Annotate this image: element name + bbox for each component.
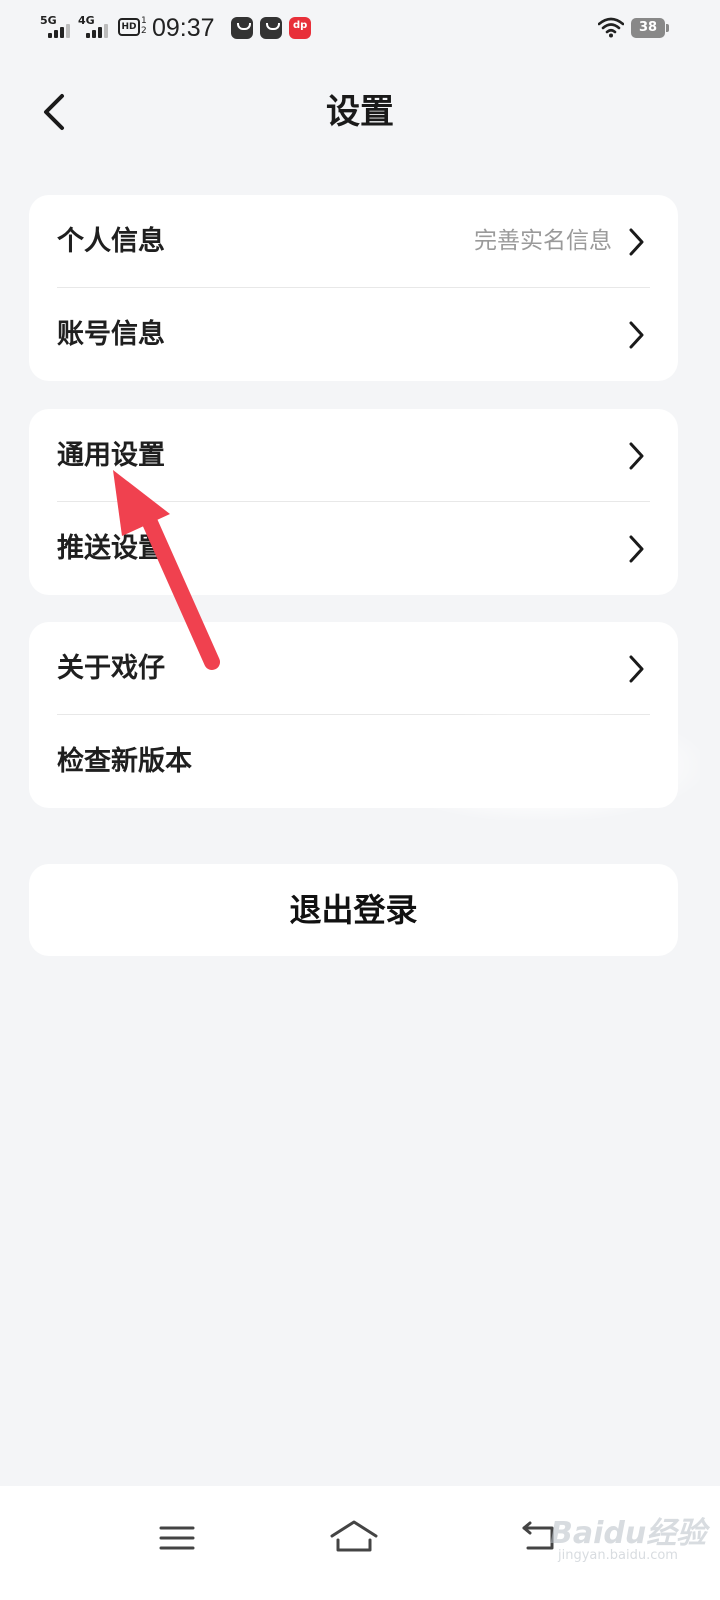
chevron-right-icon [629,655,644,683]
network-type-label: 5G [40,14,57,27]
chevron-right-icon [629,442,644,470]
battery-icon: 38 [631,18,669,38]
row-label: 关于戏仔 [57,653,165,684]
hd-icon: HD [118,18,140,36]
row-account-info[interactable]: 账号信息 [29,288,678,381]
row-general-settings[interactable]: 通用设置 [29,409,678,502]
chevron-right-icon [629,228,644,256]
settings-card: 通用设置 推送设置 [29,409,678,595]
logout-label: 退出登录 [289,891,418,929]
logout-button[interactable]: 退出登录 [29,864,678,956]
row-push-settings[interactable]: 推送设置 [29,502,678,595]
dianping-app-icon [289,17,311,39]
chevron-right-icon [629,321,644,349]
hd-sub-1: 1 [141,16,147,26]
row-hint: 完善实名信息 [474,228,612,254]
account-card: 个人信息 完善实名信息 账号信息 [29,195,678,381]
notification-icon [260,17,282,39]
network-type-label: 4G [78,14,95,27]
row-label: 通用设置 [57,440,165,471]
status-time: 09:37 [152,14,215,42]
wifi-icon [598,17,624,38]
smudge-overlay [380,710,700,820]
page-title: 设置 [326,92,394,132]
notification-icon [231,17,253,39]
row-label: 检查新版本 [57,746,192,777]
status-bar: 5G 4G HD 1 2 09:37 38 [0,0,720,58]
row-label: 账号信息 [57,319,165,350]
row-label: 推送设置 [57,533,165,564]
signal-5g-icon: 5G [40,14,76,40]
chevron-right-icon [629,535,644,563]
hd-sub-icon: 1 2 [141,16,147,36]
menu-icon[interactable] [147,1508,207,1568]
hd-sub-2: 2 [141,26,147,36]
row-personal-info[interactable]: 个人信息 完善实名信息 [29,195,678,288]
back-icon[interactable] [508,1508,568,1568]
signal-4g-icon: 4G [78,14,114,40]
home-icon[interactable] [324,1508,384,1568]
row-about-app[interactable]: 关于戏仔 [29,622,678,715]
row-label: 个人信息 [57,226,165,257]
system-nav-bar [0,1486,720,1600]
